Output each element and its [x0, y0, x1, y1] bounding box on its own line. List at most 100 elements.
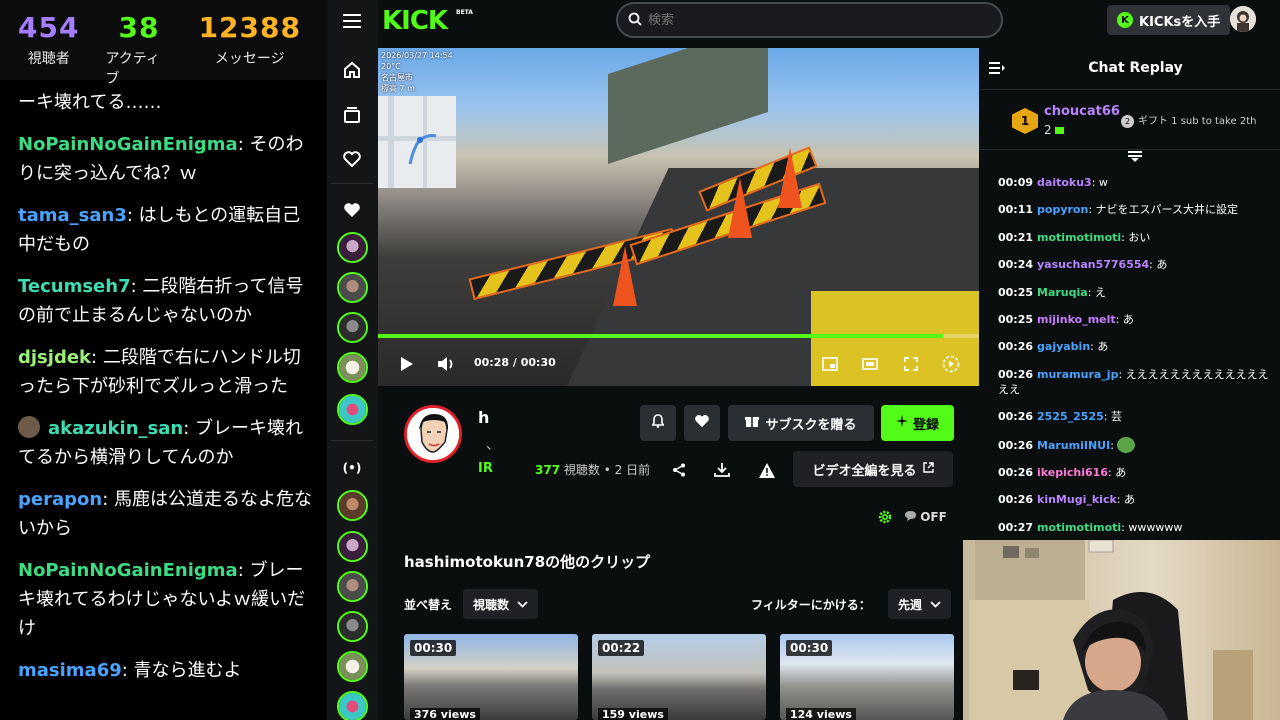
- recommended-channel-avatar[interactable]: [337, 651, 368, 682]
- clip-thumbnail[interactable]: 00:22 159 views: [592, 634, 766, 720]
- stat-messages-label: メッセージ: [214, 51, 285, 67]
- home-icon[interactable]: [340, 58, 364, 82]
- recommended-channel-avatar[interactable]: [337, 611, 368, 642]
- seek-bar-fill: [378, 334, 943, 338]
- video-frame-cone: [728, 178, 752, 238]
- clip-duration: 00:30: [786, 640, 833, 656]
- chat-username[interactable]: mijinko_melt: [1037, 313, 1116, 326]
- chat-line: 00:21 motimotimoti: おい: [998, 230, 1274, 245]
- chat-username[interactable]: kinMugi_kick: [1037, 493, 1117, 506]
- stat-active: 38 アクティブ: [105, 0, 172, 88]
- clip-meta: 377 視聴数 • 2 日前: [535, 461, 650, 478]
- overlay-message-user: masima69: [18, 660, 122, 681]
- watch-full-video-label: ビデオ全編を見る: [812, 463, 917, 479]
- report-icon[interactable]: [755, 458, 779, 482]
- chat-username[interactable]: Maruqia: [1037, 286, 1088, 299]
- overlay-message-list: ーキ壊れてる…… NoPainNoGainEnigma: そのわりに突っ込んでね？…: [18, 88, 313, 698]
- channel-name[interactable]: h: [478, 408, 489, 427]
- following-icon[interactable]: [340, 147, 364, 171]
- chat-username[interactable]: 2525_2525: [1037, 410, 1104, 423]
- chat-username[interactable]: gajyabin: [1037, 340, 1090, 353]
- user-avatar[interactable]: [1230, 6, 1256, 32]
- sort-dropdown[interactable]: 視聴数: [463, 589, 539, 619]
- pip-icon[interactable]: [820, 354, 840, 374]
- channel-avatar[interactable]: [404, 405, 462, 463]
- follow-button[interactable]: 登録: [881, 405, 954, 441]
- followed-channel-avatar[interactable]: [337, 394, 368, 425]
- gear-icon[interactable]: [875, 507, 895, 527]
- followed-channel-avatar[interactable]: [337, 352, 368, 383]
- chat-timestamp: 00:26: [998, 493, 1034, 507]
- menu-icon[interactable]: [340, 9, 364, 33]
- browse-icon[interactable]: [340, 103, 364, 127]
- chat-colon: :: [1103, 410, 1111, 424]
- followed-channel-avatar[interactable]: [337, 232, 368, 263]
- video-hud-altitude: 標高 7 m: [381, 84, 415, 93]
- clip-thumbnail[interactable]: 00:30 376 views: [404, 634, 578, 720]
- stat-messages: 12388 メッセージ: [199, 0, 301, 80]
- recommended-channel-avatar[interactable]: [337, 531, 368, 562]
- overlay-message: Tecumseh7: 二段階右折って信号の前で止まるんじゃないのか: [18, 272, 313, 330]
- followed-channel-avatar[interactable]: [337, 312, 368, 343]
- pinned-user[interactable]: choucat66: [1044, 104, 1120, 119]
- scroll-to-latest-icon[interactable]: [1128, 151, 1142, 166]
- get-kicks-button[interactable]: K KICKsを入手: [1107, 5, 1231, 35]
- chat-username[interactable]: motimotimoti: [1037, 231, 1121, 244]
- share-icon[interactable]: [667, 458, 691, 482]
- chat-username[interactable]: ikepichi616: [1037, 466, 1108, 479]
- viewer-stats: 454 視聴者 38 アクティブ 12388 メッセージ: [0, 0, 327, 88]
- chat-username[interactable]: muramura_jp: [1037, 368, 1118, 381]
- overlay-message-text: 青なら進むよ: [133, 660, 242, 681]
- search-input[interactable]: [648, 12, 948, 28]
- gift-prompt[interactable]: 2 ギフト 1 sub to take 2th: [1121, 112, 1256, 128]
- chat-username[interactable]: popyron: [1037, 203, 1088, 216]
- gift-prompt-text: ギフト 1 sub to take 2th: [1138, 116, 1257, 127]
- chat-username[interactable]: MarumiINUI: [1037, 439, 1110, 452]
- download-icon[interactable]: [710, 458, 734, 482]
- watch-full-video-button[interactable]: ビデオ全編を見る: [793, 451, 953, 487]
- chat-username[interactable]: yasuchan5776554: [1037, 258, 1149, 271]
- recommended-channel-avatar[interactable]: [337, 571, 368, 602]
- stat-messages-value: 12388: [198, 11, 301, 44]
- volume-icon[interactable]: [437, 354, 457, 374]
- chat-title: Chat Replay: [1088, 60, 1183, 76]
- filter-dropdown[interactable]: 先週: [888, 589, 952, 619]
- chat-text: あ: [1122, 312, 1134, 326]
- video-player[interactable]: 2026/03/27 14:54 20°C 名古屋市 標高 7 m 00:28 …: [378, 48, 979, 386]
- overlay-message: NoPainNoGainEnigma: そのわりに突っ込んでね？ｗ: [18, 130, 313, 188]
- favorites-icon[interactable]: [340, 198, 364, 222]
- clip-duration: 00:22: [598, 640, 645, 656]
- search-box[interactable]: [616, 2, 1003, 38]
- gift-sub-button[interactable]: サブスクを贈る: [728, 405, 874, 441]
- recommended-channel-avatar[interactable]: [337, 490, 368, 521]
- filter-label: フィルターにかける：: [751, 598, 871, 612]
- clip-thumbnail[interactable]: 00:30 124 views: [780, 634, 954, 720]
- chat-toggle-label: OFF: [920, 510, 947, 524]
- like-button[interactable]: [684, 405, 720, 441]
- chat-line: 00:26 gajyabin: あ: [998, 339, 1274, 354]
- chat-toggle-status[interactable]: OFF: [905, 510, 947, 524]
- chat-line: 00:24 yasuchan5776554: あ: [998, 257, 1274, 272]
- chat-username[interactable]: daitoku3: [1037, 176, 1092, 189]
- overlay-message: NoPainNoGainEnigma: ブレーキ壊れてるわけじゃないよｗ緩いだけ: [18, 556, 313, 643]
- chat-colon: :: [1088, 203, 1096, 217]
- chat-username[interactable]: motimotimoti: [1037, 521, 1121, 534]
- fullscreen-icon[interactable]: [901, 354, 921, 374]
- video-hud-place: 名古屋市: [381, 73, 413, 82]
- chat-timestamp: 00:26: [998, 340, 1034, 354]
- seek-bar[interactable]: [378, 334, 979, 338]
- playback-settings-icon[interactable]: [941, 354, 961, 374]
- followed-channel-avatar[interactable]: [337, 272, 368, 303]
- theater-mode-icon[interactable]: [860, 354, 880, 374]
- chat-text: え: [1094, 285, 1106, 299]
- play-icon[interactable]: [397, 354, 417, 374]
- live-broadcast-icon[interactable]: (•): [340, 456, 364, 480]
- notify-button[interactable]: [640, 405, 676, 441]
- overlay-message: akazukin_san: ブレーキ壊れてるから横滑りしてんのか: [18, 414, 313, 472]
- channel-subline: 、: [486, 437, 500, 453]
- chat-line: 00:26 kinMugi_kick: あ: [998, 492, 1274, 507]
- chat-text: ナビをエスパース大井に設定: [1095, 203, 1238, 217]
- recommended-channel-avatar[interactable]: [337, 691, 368, 720]
- chat-text: あ: [1123, 493, 1135, 507]
- kick-logo[interactable]: KICK: [382, 6, 448, 36]
